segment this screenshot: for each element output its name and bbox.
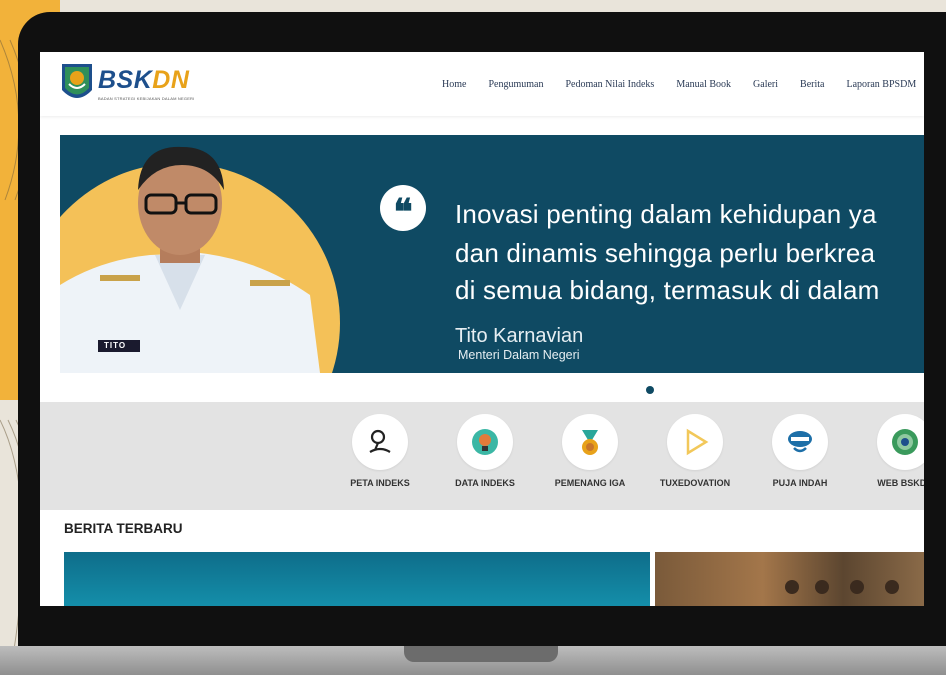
feature-label: TUXEDOVATION [659,478,731,488]
carousel-indicator-dot[interactable] [646,386,654,394]
feature-label: WEB BSKDN [877,478,924,488]
garuda-emblem-icon[interactable] [60,62,94,104]
logo-subtitle: BADAN STRATEGI KEBIJAKAN DALAM NEGERI [98,96,195,101]
news-card-main[interactable] [64,552,650,606]
quote-mark-icon: ❝ [380,185,426,232]
feature-pemenang-iga[interactable]: PEMENANG IGA [545,414,635,488]
site-header: BSKDN BADAN STRATEGI KEBIJAKAN DALAM NEG… [40,52,924,116]
nav-berita[interactable]: Berita [800,79,824,90]
feature-web-bskdn[interactable]: WEB BSKDN [860,414,924,488]
nav-laporan-bpsdm[interactable]: Laporan BPSDM [846,79,916,90]
medal-icon [562,414,618,470]
lightbulb-icon [457,414,513,470]
news-photo-figure [885,580,899,594]
feature-label: PEMENANG IGA [554,478,626,488]
name-badge-text: TITO [104,341,127,350]
logo-main-text: BSK [98,66,153,94]
nav-manual-book[interactable]: Manual Book [676,79,731,90]
play-icon [667,414,723,470]
quote-author-name: Tito Karnavian [455,325,584,347]
map-pin-icon [352,414,408,470]
site-logo[interactable]: BSKDN [98,66,189,95]
news-photo-figure [785,580,799,594]
nav-pengumuman[interactable]: Pengumuman [488,79,543,90]
feature-data-indeks[interactable]: DATA INDEKS [440,414,530,488]
laptop-notch [404,646,558,662]
news-section-title: BERITA TERBARU [64,521,183,536]
news-photo-figure [850,580,864,594]
feature-label: PETA INDEKS [350,478,410,488]
news-card-side[interactable] [655,552,924,606]
hero-banner[interactable]: TITO ❝ Inovasi penting dalam kehidupan y… [60,135,924,373]
browser-screen: BSKDN BADAN STRATEGI KEBIJAKAN DALAM NEG… [40,52,924,606]
minister-portrait [60,146,320,373]
feature-label: DATA INDEKS [455,478,515,488]
puja-indah-logo-icon [772,414,828,470]
nav-home[interactable]: Home [442,79,466,90]
nav-pedoman-nilai-indeks[interactable]: Pedoman Nilai Indeks [565,79,654,90]
feature-puja-indah[interactable]: PUJA INDAH [755,414,845,488]
feature-peta-indeks[interactable]: PETA INDEKS [335,414,425,488]
emblem-icon [877,414,924,470]
news-photo-figure [815,580,829,594]
quote-line-2: dan dinamis sehingga perlu berkrea [455,238,876,268]
quote-author-role: Menteri Dalam Negeri [458,348,580,362]
feature-label: PUJA INDAH [772,478,828,488]
main-nav: Home Pengumuman Pedoman Nilai Indeks Man… [442,79,924,90]
feature-tuxedovation[interactable]: TUXEDOVATION [650,414,740,488]
logo-accent-text: DN [152,66,190,94]
feature-band: PETA INDEKS DATA INDEKS PEMENANG IGA TUX… [40,402,924,510]
nav-galeri[interactable]: Galeri [753,79,778,90]
quote-line-1: Inovasi penting dalam kehidupan ya [455,199,877,229]
quote-line-3: di semua bidang, termasuk di dalam [455,275,880,305]
